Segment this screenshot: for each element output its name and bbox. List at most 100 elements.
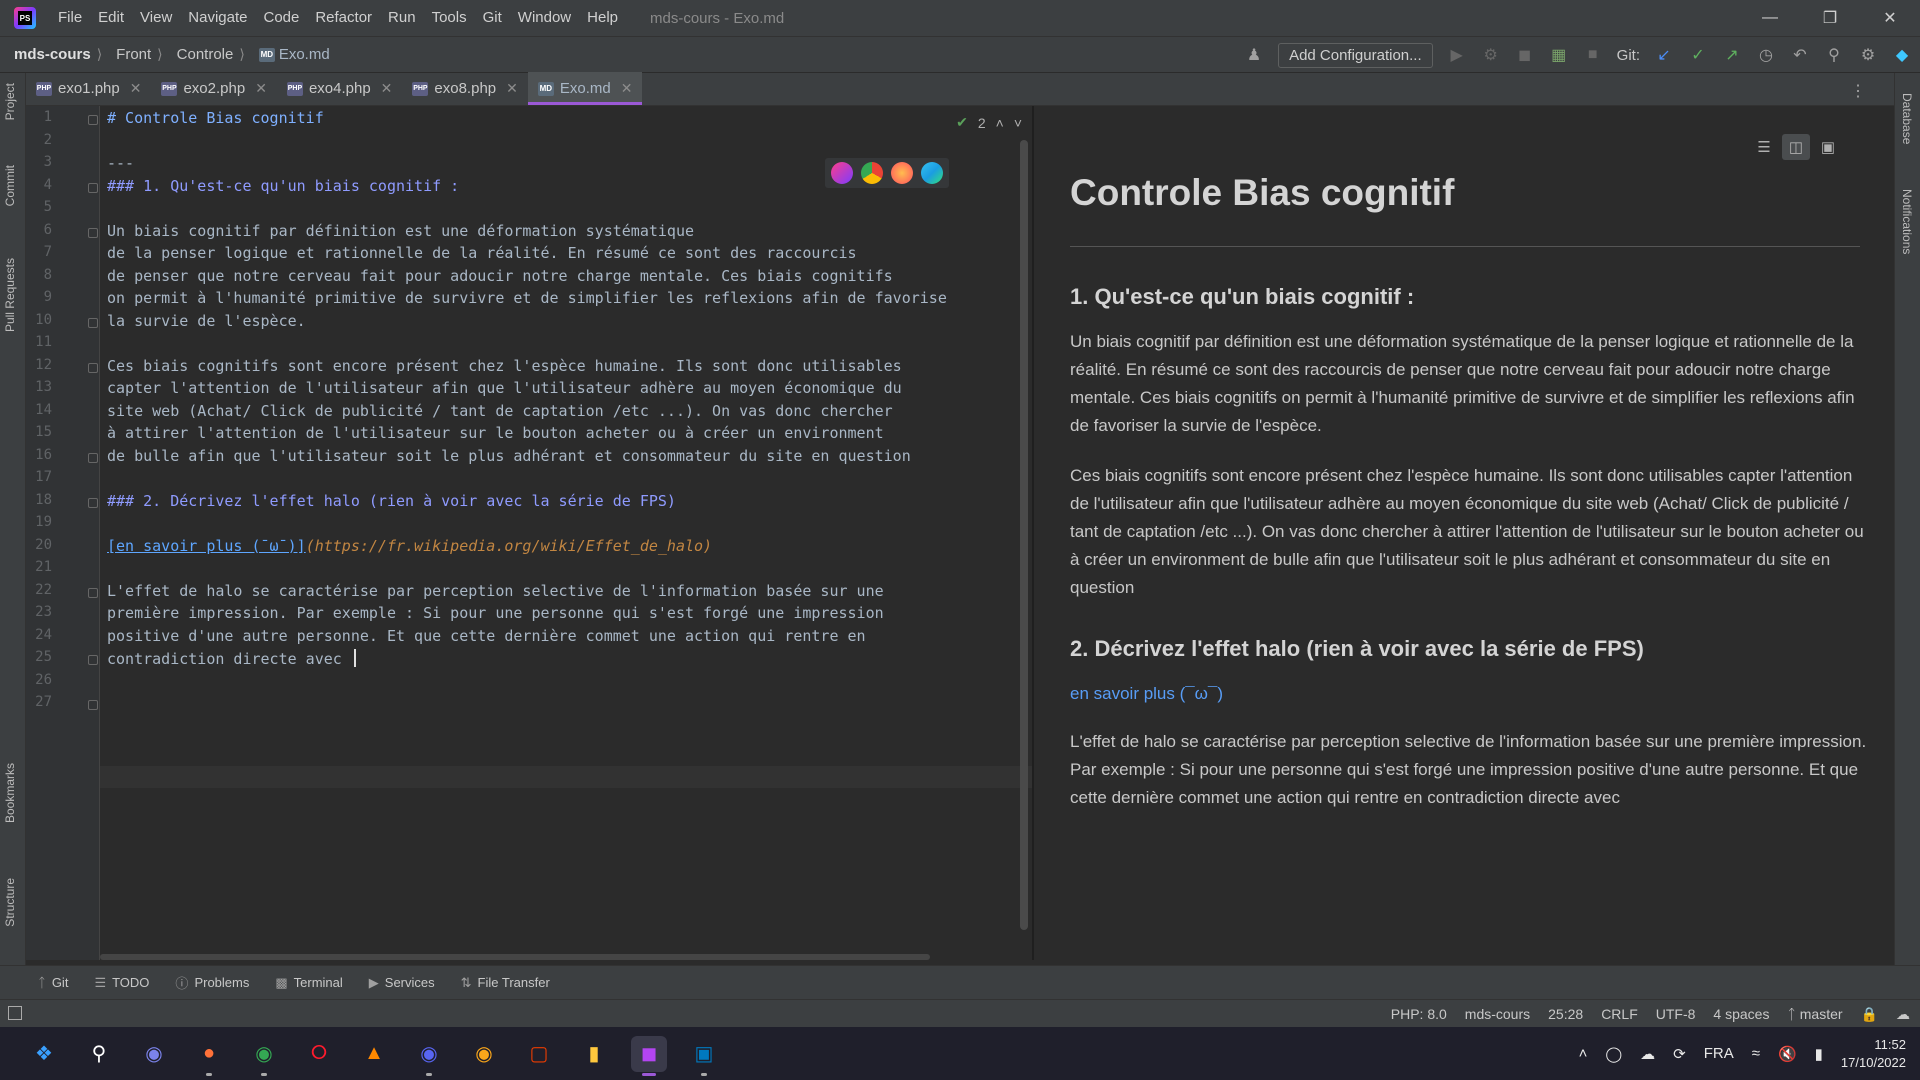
file-encoding[interactable]: UTF-8 (1656, 1006, 1696, 1022)
show-hidden-icons-icon[interactable]: ˄ (1579, 1045, 1588, 1062)
markdown-editor[interactable]: ✔ 2 ˄ ˅ # Controle Bias cognitif --- ### 1… (100, 106, 1032, 960)
office-icon[interactable]: ▢ (521, 1036, 557, 1072)
status-project[interactable]: mds-cours (1465, 1006, 1530, 1022)
fold-marker-icon[interactable] (88, 317, 98, 328)
menu-run[interactable]: Run (380, 0, 424, 36)
tool-window-services[interactable]: ▶ Services (369, 975, 435, 991)
edge-browser-icon[interactable] (921, 162, 943, 184)
menu-help[interactable]: Help (579, 0, 626, 36)
wifi-icon[interactable]: ≈ (1752, 1045, 1760, 1062)
phpstorm-icon[interactable]: ◼ (631, 1035, 667, 1076)
tab-exo1-php[interactable]: PHP exo1.php ✕ (26, 72, 151, 105)
tool-window-problems[interactable]: ⓘ Problems (175, 973, 249, 992)
close-tab-icon[interactable]: ✕ (255, 80, 267, 97)
tool-tab-notifications[interactable]: Notifications (1900, 189, 1914, 254)
opera-icon[interactable]: ⭘ (301, 1036, 337, 1072)
phpstorm-logo-icon[interactable]: PS (14, 7, 36, 29)
tool-tab-bookmarks[interactable]: Bookmarks (3, 763, 17, 823)
chrome-icon[interactable]: ◉ (246, 1036, 282, 1076)
horizontal-scrollbar[interactable] (100, 954, 930, 960)
editor-and-preview-icon[interactable]: ◫ (1782, 134, 1810, 160)
menu-git[interactable]: Git (475, 0, 510, 36)
vertical-scrollbar[interactable] (1020, 140, 1028, 930)
add-configuration-button[interactable]: Add Configuration... (1278, 42, 1433, 68)
tool-window-todo[interactable]: ☰ TODO (94, 975, 149, 991)
speaker-muted-icon[interactable]: 🔇 (1778, 1045, 1797, 1063)
language-indicator[interactable]: FRA (1704, 1045, 1734, 1062)
chrome-browser-icon[interactable] (861, 162, 883, 184)
close-tab-icon[interactable]: ✕ (506, 80, 518, 97)
breadcrumb-project[interactable]: mds-cours (0, 46, 91, 63)
menu-refactor[interactable]: Refactor (307, 0, 380, 36)
preview-only-icon[interactable]: ▣ (1814, 134, 1842, 160)
memory-indicator-icon[interactable]: ☁ (1896, 1006, 1910, 1023)
toggle-tool-windows-icon[interactable] (8, 1006, 22, 1020)
coverage-icon[interactable]: ◼ (1515, 45, 1535, 65)
git-push-icon[interactable]: ↗ (1722, 45, 1742, 65)
git-commit-icon[interactable]: ✓ (1688, 45, 1708, 65)
fold-marker-icon[interactable] (88, 587, 98, 598)
settings-gear-icon[interactable]: ⚙ (1858, 45, 1878, 65)
tab-exo-md[interactable]: MD Exo.md ✕ (527, 72, 643, 105)
menu-code[interactable]: Code (255, 0, 307, 36)
inspection-widget[interactable]: ✔ 2 ˄ ˅ (956, 114, 1022, 131)
fold-marker-icon[interactable] (88, 497, 98, 508)
php-version[interactable]: PHP: 8.0 (1391, 1006, 1447, 1022)
close-window-icon[interactable]: ✕ (1860, 0, 1920, 36)
search-icon[interactable]: ⚲ (81, 1036, 117, 1072)
tool-tab-project[interactable]: Project (3, 83, 17, 120)
menu-tools[interactable]: Tools (424, 0, 475, 36)
next-highlight-icon[interactable]: ˅ (1014, 115, 1022, 131)
minimize-icon[interactable]: — (1740, 0, 1800, 36)
menu-edit[interactable]: Edit (90, 0, 132, 36)
fold-marker-icon[interactable] (88, 227, 98, 238)
vpn-icon[interactable]: ◯ (1605, 1045, 1622, 1063)
windows-start-icon[interactable]: ❖ (26, 1036, 62, 1072)
cursor-position[interactable]: 25:28 (1548, 1006, 1583, 1022)
clock[interactable]: 11:52 17/10/2022 (1841, 1036, 1906, 1072)
firefox-browser-icon[interactable] (891, 162, 913, 184)
git-branch[interactable]: ᛏ master (1787, 1006, 1842, 1022)
battery-icon[interactable]: ▮ (1815, 1045, 1823, 1063)
jetbrains-logo-icon[interactable]: ◆ (1892, 45, 1912, 65)
menu-navigate[interactable]: Navigate (180, 0, 255, 36)
tool-tab-database[interactable]: Database (1900, 93, 1914, 144)
tab-exo4-php[interactable]: PHP exo4.php ✕ (277, 72, 402, 105)
previous-highlight-icon[interactable]: ˄ (996, 115, 1004, 131)
tool-tab-structure[interactable]: Structure (3, 878, 17, 927)
discord-ptb-icon[interactable]: ◉ (466, 1036, 502, 1072)
markdown-link-text[interactable]: [en savoir plus (¯ω¯)] (107, 537, 306, 555)
fold-marker-icon[interactable] (88, 182, 98, 193)
restore-icon[interactable]: ❐ (1800, 0, 1860, 36)
editor-only-icon[interactable]: ☰ (1750, 134, 1778, 160)
line-separator[interactable]: CRLF (1601, 1006, 1638, 1022)
menu-file[interactable]: File (50, 0, 90, 36)
tool-window-terminal[interactable]: ▩ Terminal (275, 975, 342, 991)
tool-tab-pull-requests[interactable]: Pull Requests (3, 258, 17, 332)
discord-icon[interactable]: ◉ (411, 1036, 447, 1076)
preview-link[interactable]: en savoir plus (¯ω¯) (1070, 684, 1223, 704)
close-tab-icon[interactable]: ✕ (621, 80, 633, 97)
profile-icon[interactable]: ▦ (1549, 45, 1569, 65)
tab-exo8-php[interactable]: PHP exo8.php ✕ (402, 72, 527, 105)
vlc-icon[interactable]: ▲ (356, 1036, 392, 1072)
trello-icon[interactable]: ▣ (686, 1036, 722, 1076)
file-explorer-icon[interactable]: ▮ (576, 1036, 612, 1072)
tool-window-git[interactable]: ᛏ Git (38, 975, 68, 990)
fold-marker-icon[interactable] (88, 655, 98, 665)
search-everywhere-icon[interactable]: ⚲ (1824, 45, 1844, 65)
run-icon[interactable]: ▶ (1447, 45, 1467, 65)
tab-exo2-php[interactable]: PHP exo2.php ✕ (151, 72, 276, 105)
lock-icon[interactable]: 🔒 (1861, 1006, 1878, 1023)
fold-marker-icon[interactable] (88, 115, 98, 125)
teams-icon[interactable]: ◉ (136, 1036, 172, 1072)
close-tab-icon[interactable]: ✕ (381, 80, 393, 97)
debug-icon[interactable]: ⚙ (1481, 45, 1501, 65)
breadcrumb-front[interactable]: Front (102, 46, 151, 63)
close-tab-icon[interactable]: ✕ (130, 80, 142, 97)
stop-icon[interactable]: ■ (1583, 45, 1603, 65)
phpstorm-browser-icon[interactable] (831, 162, 853, 184)
menu-window[interactable]: Window (510, 0, 579, 36)
refresh-icon[interactable]: ⟳ (1673, 1045, 1686, 1063)
breadcrumb-file[interactable]: MD Exo.md (245, 46, 330, 63)
